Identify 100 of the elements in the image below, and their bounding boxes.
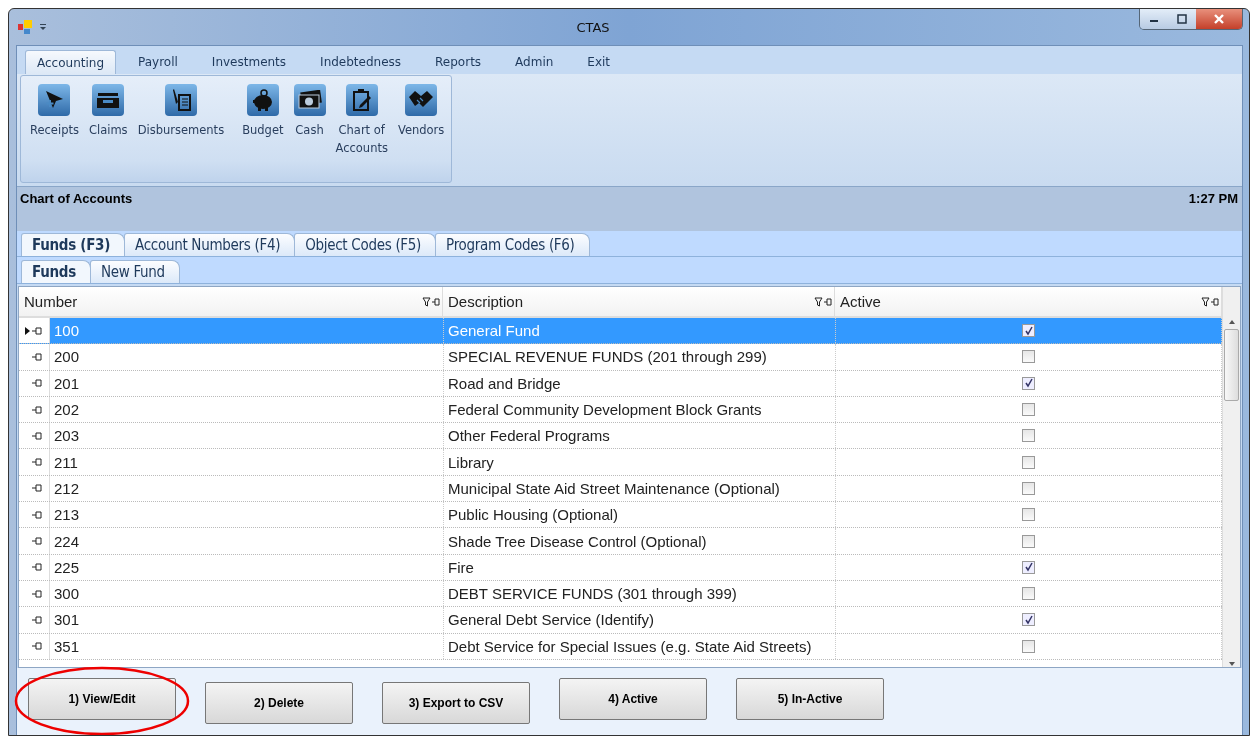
table-row[interactable]: 213 Public Housing (Optional) (19, 502, 1222, 529)
app-icon[interactable] (17, 19, 33, 35)
piggy-bank-icon (250, 89, 275, 111)
table-row[interactable]: 203 Other Federal Programs (19, 423, 1222, 450)
checkbox[interactable] (1022, 508, 1035, 522)
table-cell: Library (444, 449, 836, 475)
checkbox[interactable] (1022, 587, 1035, 601)
dropdown-arrow-icon[interactable] (39, 23, 47, 31)
table-cell: Public Housing (Optional) (444, 502, 836, 528)
table-cell: Debt Service for Special Issues (e.g. State Aid Streets) (444, 633, 836, 659)
table-row[interactable]: 225 Fire (19, 554, 1222, 581)
table-cell: Federal Community Development Block Grants (444, 396, 836, 423)
menu-tab[interactable]: Exit (575, 49, 623, 74)
menu-tab[interactable]: Payroll (126, 49, 190, 74)
checkbox[interactable] (1022, 455, 1035, 469)
inbox-tray-icon (96, 90, 121, 110)
tab[interactable]: New Fund (89, 260, 180, 283)
page-title: Chart of Accounts (20, 191, 133, 206)
table-cell: DEBT SERVICE FUNDS (301 through 399) (444, 580, 836, 607)
menu-tab[interactable]: Admin (503, 49, 566, 74)
tab[interactable]: Funds (F3) (21, 233, 126, 256)
menu-tab[interactable]: Reports (423, 49, 494, 74)
ribbon-button[interactable]: Disbursements (132, 84, 230, 139)
checkbox[interactable] (1022, 639, 1035, 653)
table-cell: 301 (50, 607, 444, 633)
checkbox[interactable] (1022, 481, 1035, 495)
column-header[interactable]: Number (19, 287, 443, 316)
clock-time: 1:27 PM (1188, 191, 1238, 206)
column-header[interactable]: Description (443, 287, 835, 316)
checkbox[interactable] (1022, 613, 1035, 627)
checkbox[interactable] (1022, 429, 1035, 443)
table-row[interactable]: 351 Debt Service for Special Issues (e.g. State Aid Streets) (19, 633, 1222, 660)
current-row-pin-icon[interactable] (24, 325, 44, 336)
table-row[interactable]: 202 Federal Community Development Block Grants (19, 396, 1222, 424)
table-cell: SPECIAL REVENUE FUNDS (201 through 299) (444, 344, 836, 370)
filter-pin-icon[interactable] (814, 296, 832, 307)
ribbon-button[interactable]: Claims (83, 84, 133, 139)
checkbox[interactable] (1022, 350, 1035, 364)
scrollbar-thumb[interactable] (1224, 329, 1239, 401)
window-title: CTAS (575, 19, 611, 35)
action-button[interactable]: 3) Export to CSV (382, 682, 530, 724)
close-icon (1213, 14, 1225, 24)
ribbon-button[interactable]: Receipts (25, 84, 84, 139)
action-button[interactable]: 2) Delete (205, 682, 353, 724)
menu-tab[interactable]: Indebtedness (308, 49, 414, 74)
minimize-button[interactable] (1140, 9, 1168, 29)
menu-tab[interactable]: Accounting (25, 50, 116, 74)
vertical-scrollbar[interactable] (1222, 287, 1240, 667)
table-cell: 351 (50, 633, 444, 659)
filter-pin-icon[interactable] (1201, 296, 1219, 307)
table-cell: Other Federal Programs (444, 423, 836, 449)
table-cell: Road and Bridge (444, 370, 836, 396)
table-cell: 202 (50, 396, 444, 423)
scroll-down-arrow-icon[interactable] (1227, 661, 1236, 667)
table-row[interactable]: 212 Municipal State Aid Street Maintenance (Optional) (19, 475, 1222, 503)
table-row[interactable]: 300 DEBT SERVICE FUNDS (301 through 399) (19, 580, 1222, 608)
checkbox[interactable] (1022, 534, 1035, 548)
ribbon-button[interactable]: Chart of Accounts (330, 84, 393, 157)
action-button[interactable]: 4) Active (559, 678, 707, 720)
table-cell: 211 (50, 449, 444, 475)
table-cell: 200 (50, 344, 444, 370)
clipboard-pencil-icon (350, 88, 373, 112)
scroll-up-arrow-icon[interactable] (1227, 319, 1236, 325)
table-cell: 201 (50, 370, 444, 396)
tab[interactable]: Object Codes (F5) (294, 233, 437, 256)
menu-tab[interactable]: Investments (199, 49, 299, 74)
maximize-icon (1177, 14, 1187, 24)
checkbox[interactable] (1022, 560, 1035, 574)
close-button[interactable] (1196, 9, 1242, 29)
table-cell: 224 (50, 528, 444, 554)
table-cell: 203 (50, 423, 444, 449)
table-row[interactable]: 200 SPECIAL REVENUE FUNDS (201 through 299) (19, 344, 1222, 371)
ribbon-button[interactable]: Budget (237, 84, 289, 139)
table-cell: 225 (50, 554, 444, 580)
table-cell: 300 (50, 580, 444, 607)
table-cell: 213 (50, 502, 444, 528)
tab[interactable]: Funds (21, 260, 91, 283)
table-row[interactable]: 301 General Debt Service (Identify) (19, 607, 1222, 634)
table-row[interactable]: 224 Shade Tree Disease Control (Optional) (19, 528, 1222, 555)
table-cell: 100 (50, 318, 444, 344)
maximize-button[interactable] (1168, 9, 1196, 29)
table-cell: General Fund (444, 318, 836, 344)
table-cell: 212 (50, 475, 444, 502)
ribbon-button[interactable]: Vendors (392, 84, 450, 139)
checkbox[interactable] (1022, 324, 1035, 338)
table-cell: Shade Tree Disease Control (Optional) (444, 528, 836, 554)
tab[interactable]: Program Codes (F6) (435, 233, 590, 256)
banknotes-icon (296, 90, 323, 110)
table-cell: General Debt Service (Identify) (444, 607, 836, 633)
table-row[interactable]: 211 Library (19, 449, 1222, 476)
table-cell: Municipal State Aid Street Maintenance (Optional) (444, 475, 836, 502)
checkbox[interactable] (1022, 403, 1035, 417)
filter-pin-icon[interactable] (422, 296, 440, 307)
ribbon-button[interactable]: Cash (288, 84, 331, 139)
table-cell: Fire (444, 554, 836, 580)
action-button[interactable]: 1) View/Edit (28, 678, 176, 720)
checkbox[interactable] (1022, 376, 1035, 390)
table-row[interactable]: 201 Road and Bridge (19, 370, 1222, 397)
action-button[interactable]: 5) In-Active (736, 678, 884, 720)
tab[interactable]: Account Numbers (F4) (124, 233, 296, 256)
